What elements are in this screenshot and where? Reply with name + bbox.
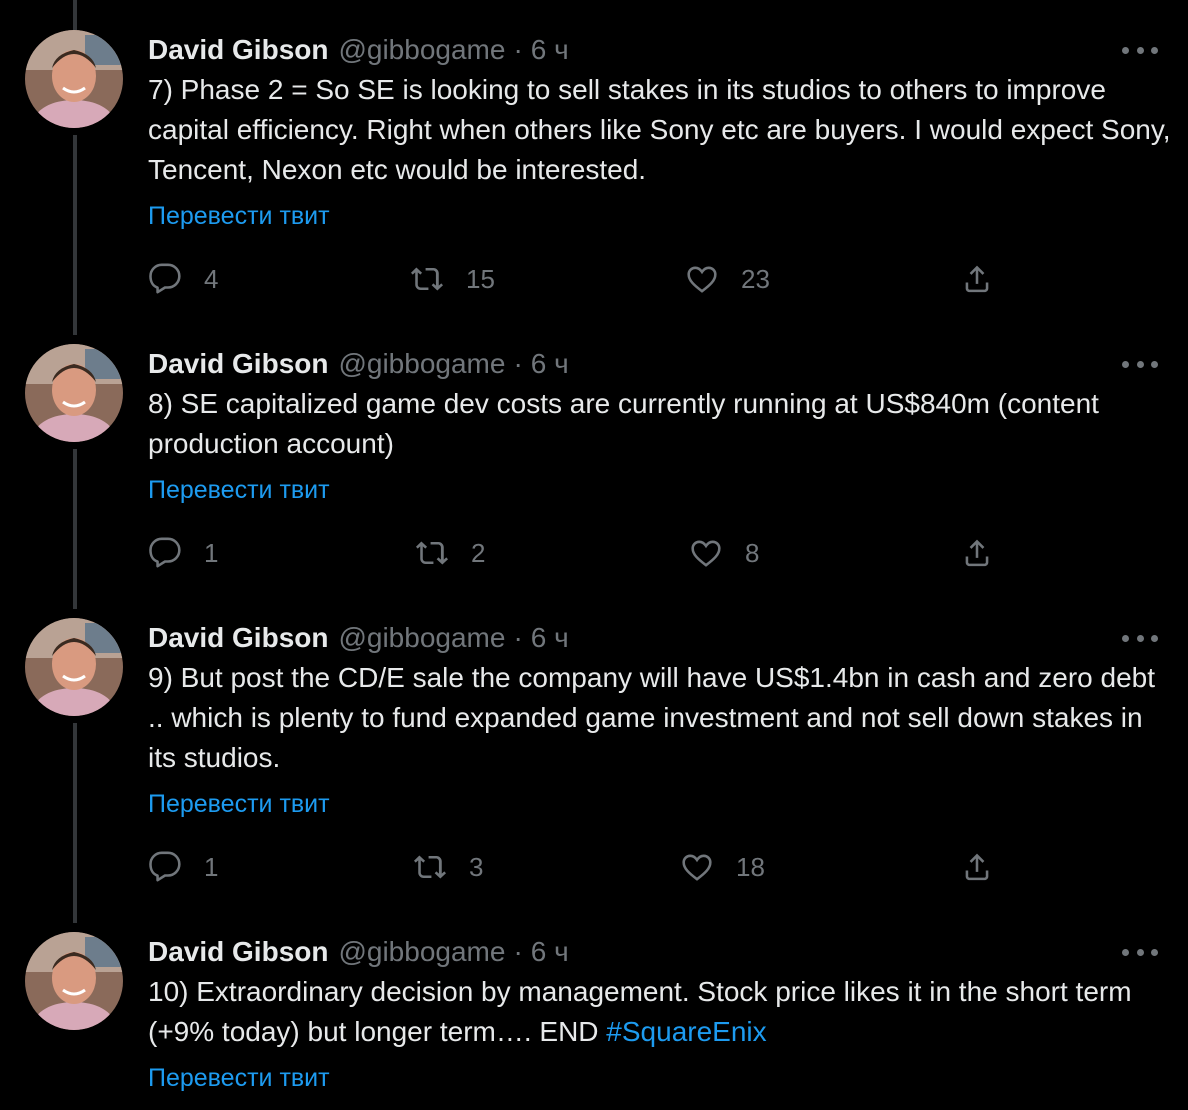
share-button[interactable]	[960, 259, 994, 299]
timestamp[interactable]: 6 ч	[531, 348, 569, 380]
author-handle[interactable]: @gibbogame	[338, 348, 505, 380]
action-bar: 1 3 18	[0, 847, 1188, 887]
translate-link[interactable]: Перевести твит	[148, 790, 330, 819]
action-bar: 4 15 23	[0, 259, 1188, 299]
reply-button[interactable]: 1	[148, 847, 218, 887]
author-name[interactable]: David Gibson	[148, 348, 328, 380]
retweet-count: 15	[466, 263, 495, 294]
reply-icon	[149, 263, 181, 294]
action-bar: 1 2 8	[0, 533, 1188, 573]
tweet[interactable]: David Gibson @gibbogame · 6 ч 7) Phase 2…	[0, 30, 1188, 300]
tweet-text: 10) Extraordinary decision by management…	[148, 972, 1178, 1052]
retweet-button[interactable]: 2	[415, 533, 485, 573]
reply-count: 1	[204, 851, 219, 882]
author-name[interactable]: David Gibson	[148, 34, 328, 66]
reply-button[interactable]: 1	[148, 533, 218, 573]
retweet-count: 3	[469, 851, 484, 882]
timestamp[interactable]: 6 ч	[531, 34, 569, 66]
translate-link[interactable]: Перевести твит	[148, 202, 330, 231]
tweet-header: David Gibson @gibbogame · 6 ч	[148, 932, 569, 972]
reply-count: 4	[204, 263, 219, 294]
tweet-text: 9) But post the CD/E sale the company wi…	[148, 662, 1156, 773]
separator: ·	[513, 622, 523, 653]
tweet-header: David Gibson @gibbogame · 6 ч	[148, 618, 569, 658]
more-icon[interactable]	[1122, 352, 1158, 376]
author-handle[interactable]: @gibbogame	[338, 936, 505, 968]
reply-icon	[149, 537, 181, 568]
author-handle[interactable]: @gibbogame	[338, 34, 505, 66]
more-icon[interactable]	[1122, 626, 1158, 650]
like-count: 8	[745, 537, 760, 568]
avatar[interactable]	[25, 30, 123, 128]
share-icon	[965, 853, 989, 881]
retweet-button[interactable]: 3	[413, 847, 483, 887]
share-icon	[965, 539, 989, 567]
like-count: 23	[741, 263, 770, 294]
author-name[interactable]: David Gibson	[148, 622, 328, 654]
like-button[interactable]: 18	[680, 847, 765, 887]
like-button[interactable]: 23	[685, 259, 770, 299]
thread-line	[73, 0, 77, 32]
reply-icon	[149, 851, 181, 882]
reply-button[interactable]: 4	[148, 259, 218, 299]
more-icon[interactable]	[1122, 940, 1158, 964]
tweet-header: David Gibson @gibbogame · 6 ч	[148, 344, 569, 384]
reply-count: 1	[204, 537, 219, 568]
timestamp[interactable]: 6 ч	[531, 622, 569, 654]
tweet-header: David Gibson @gibbogame · 6 ч	[148, 30, 569, 70]
author-name[interactable]: David Gibson	[148, 936, 328, 968]
like-button[interactable]: 8	[689, 533, 759, 573]
retweet-icon	[415, 541, 449, 565]
share-icon	[965, 265, 989, 293]
heart-icon	[687, 266, 717, 293]
translate-link[interactable]: Перевести твит	[148, 1064, 330, 1093]
avatar[interactable]	[25, 618, 123, 716]
translate-link[interactable]: Перевести твит	[148, 476, 330, 505]
tweet[interactable]: David Gibson @gibbogame · 6 ч 9) But pos…	[0, 618, 1188, 888]
hashtag-link[interactable]: #SquareEnix	[606, 1016, 766, 1047]
like-count: 18	[736, 851, 765, 882]
author-handle[interactable]: @gibbogame	[338, 622, 505, 654]
tweet-text: 8) SE capitalized game dev costs are cur…	[148, 388, 1099, 459]
share-button[interactable]	[960, 533, 994, 573]
tweet-text: 7) Phase 2 = So SE is looking to sell st…	[148, 74, 1171, 185]
avatar[interactable]	[25, 932, 123, 1030]
retweet-icon	[410, 267, 444, 291]
separator: ·	[513, 34, 523, 65]
avatar[interactable]	[25, 344, 123, 442]
timestamp[interactable]: 6 ч	[531, 936, 569, 968]
retweet-count: 2	[471, 537, 486, 568]
share-button[interactable]	[960, 847, 994, 887]
retweet-button[interactable]: 15	[410, 259, 495, 299]
separator: ·	[513, 936, 523, 967]
more-icon[interactable]	[1122, 38, 1158, 62]
tweet[interactable]: David Gibson @gibbogame · 6 ч 8) SE capi…	[0, 344, 1188, 584]
heart-icon	[691, 540, 721, 567]
heart-icon	[682, 854, 712, 881]
tweet[interactable]: David Gibson @gibbogame · 6 ч 10) Extrao…	[0, 932, 1188, 1102]
separator: ·	[513, 348, 523, 379]
retweet-icon	[413, 855, 447, 879]
